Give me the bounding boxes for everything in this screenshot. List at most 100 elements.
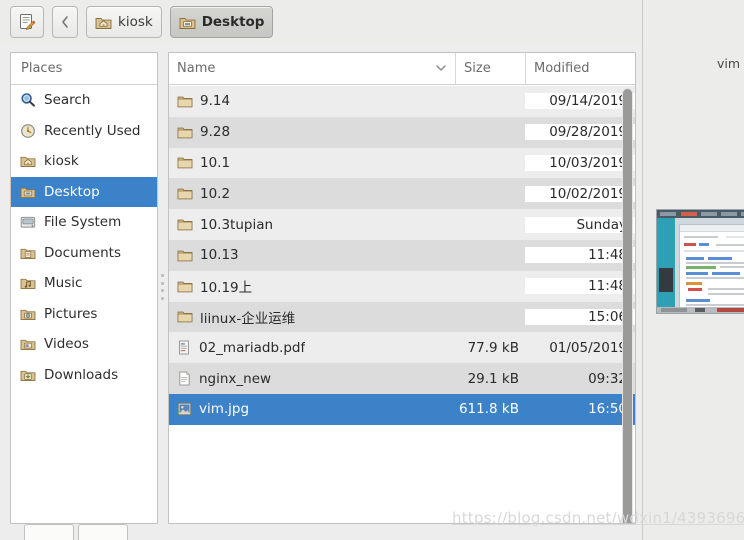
breadcrumb-desktop-label: Desktop bbox=[201, 14, 265, 30]
sidebar-item-label: Downloads bbox=[44, 366, 119, 383]
column-header-modified[interactable]: Modified bbox=[525, 53, 635, 84]
back-button[interactable] bbox=[52, 6, 78, 38]
bottom-toolbar bbox=[10, 524, 636, 540]
sidebar-item-label: Search bbox=[44, 92, 91, 109]
sidebar-item-desktop[interactable]: Desktop bbox=[11, 176, 157, 207]
file-modified-cell: 10/03/2019 bbox=[525, 154, 635, 171]
column-header-size[interactable]: Size bbox=[455, 53, 525, 84]
sidebar-item-videos[interactable]: Videos bbox=[11, 329, 157, 360]
sidebar-item-label: Desktop bbox=[44, 183, 100, 200]
breadcrumb-desktop[interactable]: Desktop bbox=[169, 6, 274, 38]
file-size-cell: 77.9 kB bbox=[467, 339, 519, 356]
edit-location-button[interactable] bbox=[10, 6, 44, 38]
folder-icon bbox=[177, 156, 193, 169]
table-row[interactable]: liinux-企业运维 15:06 bbox=[169, 301, 635, 333]
file-name-label: 10.1 bbox=[200, 154, 231, 171]
sidebar-item-label: Music bbox=[44, 275, 83, 292]
desktop-folder-icon bbox=[179, 15, 196, 30]
file-chooser-screen: kiosk Desktop Places Search Recently Use… bbox=[0, 0, 744, 540]
table-row[interactable]: 10.19上 11:48 bbox=[169, 270, 635, 302]
table-row[interactable]: 10.3tupian Sunday bbox=[169, 209, 635, 240]
remove-bookmark-button[interactable] bbox=[78, 524, 128, 540]
folder-icon bbox=[177, 95, 193, 108]
table-row[interactable]: 10.13 11:48 bbox=[169, 239, 635, 271]
breadcrumb-kiosk-label: kiosk bbox=[118, 14, 153, 30]
file-name-cell: 02_mariadb.pdf bbox=[169, 340, 455, 356]
file-list-scrollbar[interactable] bbox=[622, 88, 633, 523]
file-name-label: liinux-企业运维 bbox=[200, 310, 296, 327]
chevron-left-icon bbox=[60, 15, 70, 29]
file-name-label: 10.13 bbox=[200, 247, 239, 264]
add-bookmark-button[interactable] bbox=[24, 524, 74, 540]
table-row[interactable]: 9.28 09/28/2019 bbox=[169, 116, 635, 148]
table-row[interactable]: 10.2 10/02/2019 bbox=[169, 178, 635, 210]
text-file-icon bbox=[177, 371, 192, 386]
table-row[interactable]: nginx_new 29.1 kB 09:32 bbox=[169, 363, 635, 394]
file-name-cell: 9.28 bbox=[169, 124, 455, 140]
file-name-label: 10.2 bbox=[200, 185, 231, 202]
column-header-name[interactable]: Name bbox=[169, 53, 455, 84]
column-header-size-label: Size bbox=[464, 61, 491, 76]
image-file-icon bbox=[177, 402, 192, 416]
videos-folder-icon bbox=[20, 337, 36, 351]
column-header-name-label: Name bbox=[177, 61, 216, 76]
places-sidebar: Places Search Recently Used kiosk Deskto… bbox=[10, 52, 158, 524]
file-modified-cell: 16:50 bbox=[588, 401, 627, 418]
search-icon bbox=[20, 92, 36, 108]
file-name-cell: 10.2 bbox=[169, 186, 455, 202]
drive-icon bbox=[20, 215, 36, 229]
file-name-cell: 10.13 bbox=[169, 247, 455, 263]
file-name-label: 02_mariadb.pdf bbox=[199, 339, 306, 356]
file-modified-cell: 10/02/2019 bbox=[525, 185, 635, 202]
sidebar-item-pictures[interactable]: Pictures bbox=[11, 299, 157, 330]
breadcrumb-kiosk[interactable]: kiosk bbox=[86, 6, 162, 38]
splitter-grip bbox=[161, 274, 165, 300]
sidebar-item-label: File System bbox=[44, 214, 122, 231]
sidebar-item-music[interactable]: Music bbox=[11, 268, 157, 299]
file-modified-cell: 09/14/2019 bbox=[525, 93, 635, 110]
file-modified-cell: 01/05/2019 bbox=[549, 339, 627, 356]
file-modified-cell: 15:06 bbox=[525, 308, 635, 325]
file-modified-cell: 11:48 bbox=[525, 278, 635, 295]
music-folder-icon bbox=[20, 276, 36, 290]
file-name-label: 10.19上 bbox=[200, 280, 253, 297]
desktop-background: vim bbox=[642, 0, 744, 540]
sidebar-item-downloads[interactable]: Downloads bbox=[11, 360, 157, 391]
file-name-label: 10.3tupian bbox=[200, 216, 274, 233]
folder-icon bbox=[177, 280, 193, 293]
file-name-label: 9.28 bbox=[200, 124, 231, 141]
file-name-label: vim.jpg bbox=[199, 401, 250, 418]
sidebar-item-label: kiosk bbox=[44, 153, 79, 170]
sidebar-item-file-system[interactable]: File System bbox=[11, 207, 157, 238]
sidebar-item-label: Recently Used bbox=[44, 122, 141, 139]
file-modified-cell: 09:32 bbox=[588, 370, 627, 387]
file-list-rows: 9.14 09/14/2019 9.28 09/28/2019 10.1 10/03/20… bbox=[169, 86, 635, 523]
file-name-cell: 10.19上 bbox=[169, 276, 455, 296]
table-row[interactable]: 02_mariadb.pdf 77.9 kB 01/05/2019 bbox=[169, 332, 635, 364]
file-modified-cell: Sunday bbox=[525, 216, 635, 233]
pictures-folder-icon bbox=[20, 307, 36, 321]
sidebar-item-kiosk[interactable]: kiosk bbox=[11, 146, 157, 177]
file-size-cell: 611.8 kB bbox=[458, 401, 519, 418]
sidebar-item-label: Pictures bbox=[44, 305, 98, 322]
scrollbar-thumb[interactable] bbox=[623, 89, 632, 523]
sidebar-item-recently-used[interactable]: Recently Used bbox=[11, 116, 157, 147]
table-row[interactable]: vim.jpg 611.8 kB 16:50 bbox=[169, 393, 635, 425]
sidebar-item-label: Documents bbox=[44, 244, 121, 261]
pane-splitter[interactable] bbox=[158, 52, 168, 524]
sidebar-item-search[interactable]: Search bbox=[11, 85, 157, 116]
file-size-cell: 29.1 kB bbox=[467, 370, 519, 387]
desktop-icon-label: vim bbox=[716, 56, 740, 71]
chevron-down-icon bbox=[435, 62, 447, 75]
folder-icon bbox=[177, 187, 193, 200]
sidebar-item-label: Videos bbox=[44, 336, 89, 353]
folder-icon bbox=[177, 126, 193, 139]
file-name-cell: 9.14 bbox=[169, 93, 455, 109]
file-list-header: Name Size Modified bbox=[169, 53, 635, 85]
table-row[interactable]: 9.14 09/14/2019 bbox=[169, 86, 635, 117]
home-folder-icon bbox=[20, 154, 36, 168]
sidebar-item-documents[interactable]: Documents bbox=[11, 238, 157, 269]
table-row[interactable]: 10.1 10/03/2019 bbox=[169, 147, 635, 179]
file-list: Name Size Modified 9.14 09/14/2019 9.28 … bbox=[168, 52, 636, 524]
folder-icon bbox=[177, 310, 193, 323]
